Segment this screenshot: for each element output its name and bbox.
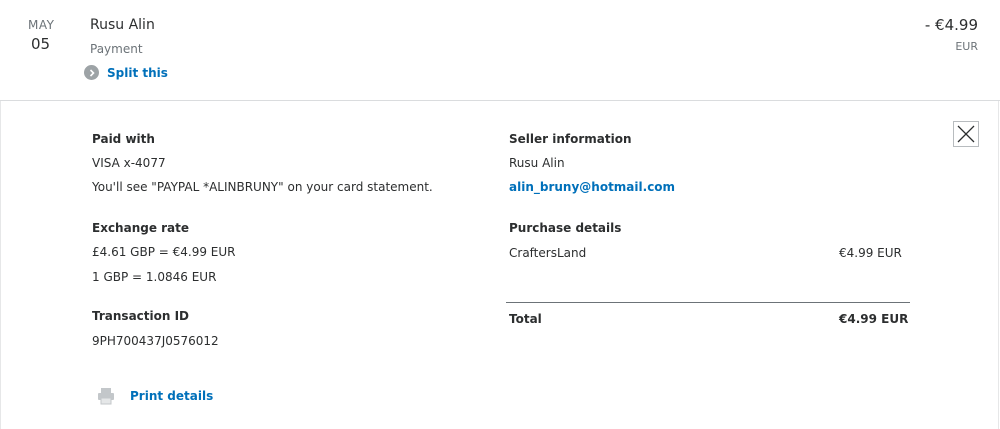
- transaction-currency: EUR: [955, 40, 978, 53]
- close-button[interactable]: [953, 121, 979, 147]
- printer-icon: [98, 388, 114, 405]
- print-details-button[interactable]: Print details: [97, 387, 213, 405]
- split-this-label: Split this: [107, 65, 168, 80]
- chevron-right-icon: [84, 65, 99, 80]
- statement-note: You'll see "PAYPAL *ALINBRUNY" on your c…: [92, 180, 433, 194]
- seller-name: Rusu Alin: [509, 156, 565, 170]
- split-this-button[interactable]: Split this: [84, 65, 168, 80]
- purchase-item-name: CraftersLand: [509, 246, 587, 260]
- transaction-details-panel: Paid with VISA x-4077 You'll see "PAYPAL…: [0, 101, 999, 429]
- total-amount: €4.99 EUR: [839, 312, 909, 326]
- paid-with-heading: Paid with: [92, 132, 155, 146]
- total-label: Total: [509, 312, 542, 326]
- purchase-details-heading: Purchase details: [509, 221, 622, 235]
- transaction-id-heading: Transaction ID: [92, 309, 190, 323]
- counterparty-name: Rusu Alin: [90, 17, 155, 33]
- print-details-label: Print details: [130, 389, 214, 403]
- exchange-rate-heading: Exchange rate: [92, 221, 190, 235]
- transaction-amount: - €4.99: [924, 16, 978, 34]
- transaction-type: Payment: [90, 42, 143, 56]
- exchange-rate-value: 1 GBP = 1.0846 EUR: [92, 270, 217, 284]
- transaction-summary[interactable]: MAY 05 Rusu Alin Payment Split this - €4…: [0, 0, 1000, 101]
- close-icon: [957, 125, 975, 143]
- seller-info-heading: Seller information: [509, 132, 632, 146]
- total-divider: [506, 302, 910, 303]
- payment-card: VISA x-4077: [92, 156, 166, 170]
- purchase-item-amount: €4.99 EUR: [839, 246, 902, 260]
- date-month: MAY: [28, 18, 55, 32]
- date-day: 05: [31, 35, 51, 53]
- transaction-id-value: 9PH700437J0576012: [92, 334, 219, 348]
- seller-email-link[interactable]: alin_bruny@hotmail.com: [509, 180, 675, 194]
- exchange-conversion: £4.61 GBP = €4.99 EUR: [92, 245, 236, 259]
